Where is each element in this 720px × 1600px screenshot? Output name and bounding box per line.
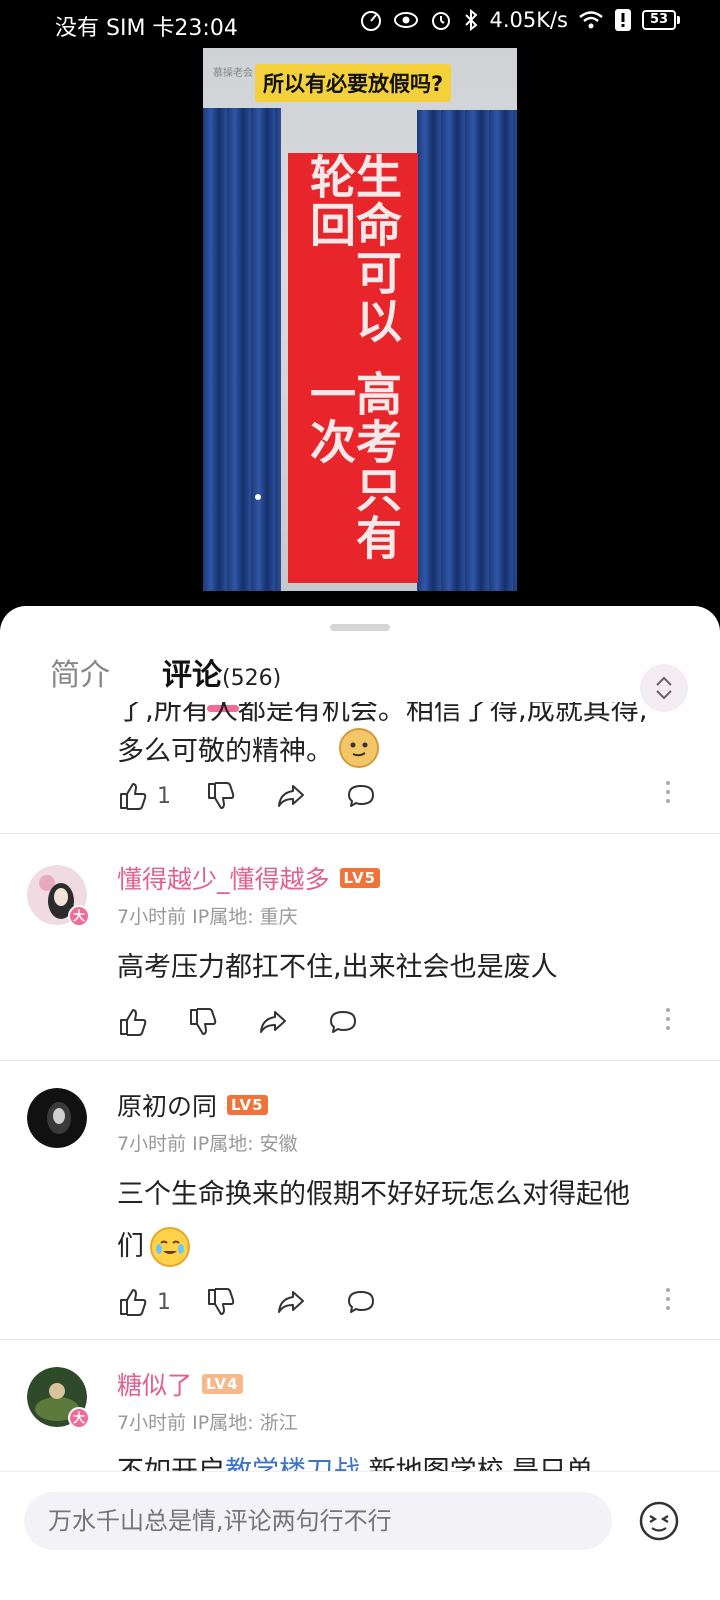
status-icons: 4.05K/s 53 [359, 8, 680, 32]
thumbs-down-icon [208, 782, 235, 809]
carrier-time: 没有 SIM 卡23:04 [55, 16, 238, 41]
bluetooth-icon [465, 8, 478, 32]
divider [0, 1339, 720, 1340]
comment-text: 高考压力都扛不住,出来社会也是废人 [117, 952, 558, 983]
eye-icon [394, 12, 419, 28]
chat-bubble-icon [330, 1011, 356, 1033]
comment-list[interactable]: 了,所有人都是有机会。相信了得,成就其得, 多么可敬的精神。 1 大 懂得越少_… [0, 702, 720, 1482]
alert-icon [615, 9, 631, 31]
speed-icon [361, 11, 382, 31]
chat-bubble-icon [348, 1291, 374, 1313]
thumbs-down-icon [190, 1008, 217, 1035]
comment-username[interactable]: 懂得越少_懂得越多 LV5 [117, 860, 381, 896]
dislike-button[interactable] [187, 1006, 219, 1038]
more-options-button[interactable] [666, 1288, 670, 1310]
share-button[interactable] [275, 780, 307, 812]
tab-comments-count: (526) [222, 666, 282, 691]
more-options-button[interactable] [666, 781, 670, 803]
doge-emoji-icon [339, 728, 379, 768]
like-button[interactable] [117, 1006, 149, 1038]
reply-button[interactable] [345, 780, 377, 812]
comment-username[interactable]: 糖似了 LV4 [117, 1366, 243, 1402]
avatar[interactable]: 大 [27, 1367, 90, 1429]
comment-input-bar [0, 1471, 720, 1600]
avatar[interactable]: 大 [27, 865, 90, 927]
comment-text-line-2: 们 [117, 1231, 144, 1262]
reply-button[interactable] [345, 1286, 377, 1318]
thumbs-up-icon [120, 783, 147, 810]
share-button[interactable] [275, 1286, 307, 1318]
wifi-icon [579, 11, 603, 29]
thumbs-up-icon [120, 1009, 147, 1036]
banner-line-1: 生命可以轮回 [303, 153, 403, 345]
more-options-button[interactable] [666, 1008, 670, 1030]
share-button[interactable] [257, 1006, 289, 1038]
tab-comments-label: 评论 [162, 658, 222, 693]
big-member-badge: 大 [68, 1407, 90, 1429]
username-text: 原初の同 [117, 1092, 218, 1121]
progress-dot [255, 494, 261, 500]
curtain-right [417, 110, 517, 591]
level-badge: LV5 [227, 1095, 268, 1115]
drag-handle[interactable] [330, 624, 390, 631]
alarm-icon [432, 12, 451, 30]
reply-button[interactable] [327, 1006, 359, 1038]
comment-meta: 7小时前 IP属地: 浙江 [117, 1412, 298, 1434]
comment-text: 多么可敬的精神。 [117, 728, 379, 768]
like-count: 1 [157, 1289, 171, 1315]
divider [0, 833, 720, 834]
tab-bar: 简介 评论(526) [0, 642, 720, 712]
video-player[interactable]: 慕操老会 ... 生命可以轮回 高考只有一次 所以有必要放假吗? [203, 48, 517, 591]
crying-laughing-emoji-icon [150, 1227, 190, 1267]
emoji-picker-icon[interactable] [638, 1500, 680, 1542]
avatar-image [27, 1088, 87, 1148]
chat-bubble-icon [348, 785, 374, 807]
thumbs-down-icon [208, 1288, 235, 1315]
comment-text-line-1: 三个生命换来的假期不好好玩怎么对得起他 [117, 1179, 630, 1210]
comment-actions: 1 [117, 1284, 377, 1320]
comment-text: 三个生命换来的假期不好好玩怎么对得起他 们 [117, 1169, 697, 1273]
like-count: 1 [157, 783, 171, 809]
comment-input[interactable] [24, 1492, 612, 1550]
tab-intro[interactable]: 简介 [50, 650, 110, 694]
share-icon [278, 1291, 304, 1313]
comment-username[interactable]: 原初の同 LV5 [117, 1087, 268, 1123]
username-text: 懂得越少_懂得越多 [117, 865, 330, 894]
like-button[interactable]: 1 [117, 780, 171, 812]
battery-icon: 53 [642, 10, 680, 30]
dislike-button[interactable] [205, 780, 237, 812]
comment-meta: 7小时前 IP属地: 安徽 [117, 1133, 298, 1155]
comment-text-cutoff: 了,所有人都是有机会。相信了得,成就其得, [117, 702, 648, 726]
avatar[interactable] [27, 1088, 87, 1148]
level-badge: LV4 [202, 1374, 243, 1394]
dislike-button[interactable] [205, 1286, 237, 1318]
big-member-badge: 大 [68, 905, 90, 927]
comment-actions: 1 [117, 778, 377, 814]
battery-level: 53 [642, 10, 676, 30]
comment-sheet: 简介 评论(526) 了,所有人都是有机会。相信了得,成就其得, 多么可敬的精神… [0, 606, 720, 1600]
comment-meta: 7小时前 IP属地: 重庆 [117, 906, 298, 928]
banner-line-2: 高考只有一次 [303, 370, 403, 562]
comment-actions [117, 1004, 359, 1040]
divider [0, 1060, 720, 1061]
thumbs-up-icon [120, 1289, 147, 1316]
level-badge: LV5 [339, 868, 381, 888]
video-caption: 所以有必要放假吗? [255, 64, 452, 102]
network-speed: 4.05K/s [489, 8, 568, 32]
curtain-left [203, 108, 281, 591]
comment-text-body: 多么可敬的精神。 [117, 735, 333, 767]
like-button[interactable]: 1 [117, 1286, 171, 1318]
red-banner: 生命可以轮回 高考只有一次 [288, 153, 418, 583]
share-icon [278, 785, 304, 807]
tab-comments[interactable]: 评论(526) [162, 650, 281, 694]
share-icon [260, 1011, 286, 1033]
username-text: 糖似了 [117, 1371, 193, 1400]
chevron-updown-icon [656, 676, 672, 700]
status-bar: 没有 SIM 卡23:04 4.05K/s 53 [0, 0, 720, 48]
